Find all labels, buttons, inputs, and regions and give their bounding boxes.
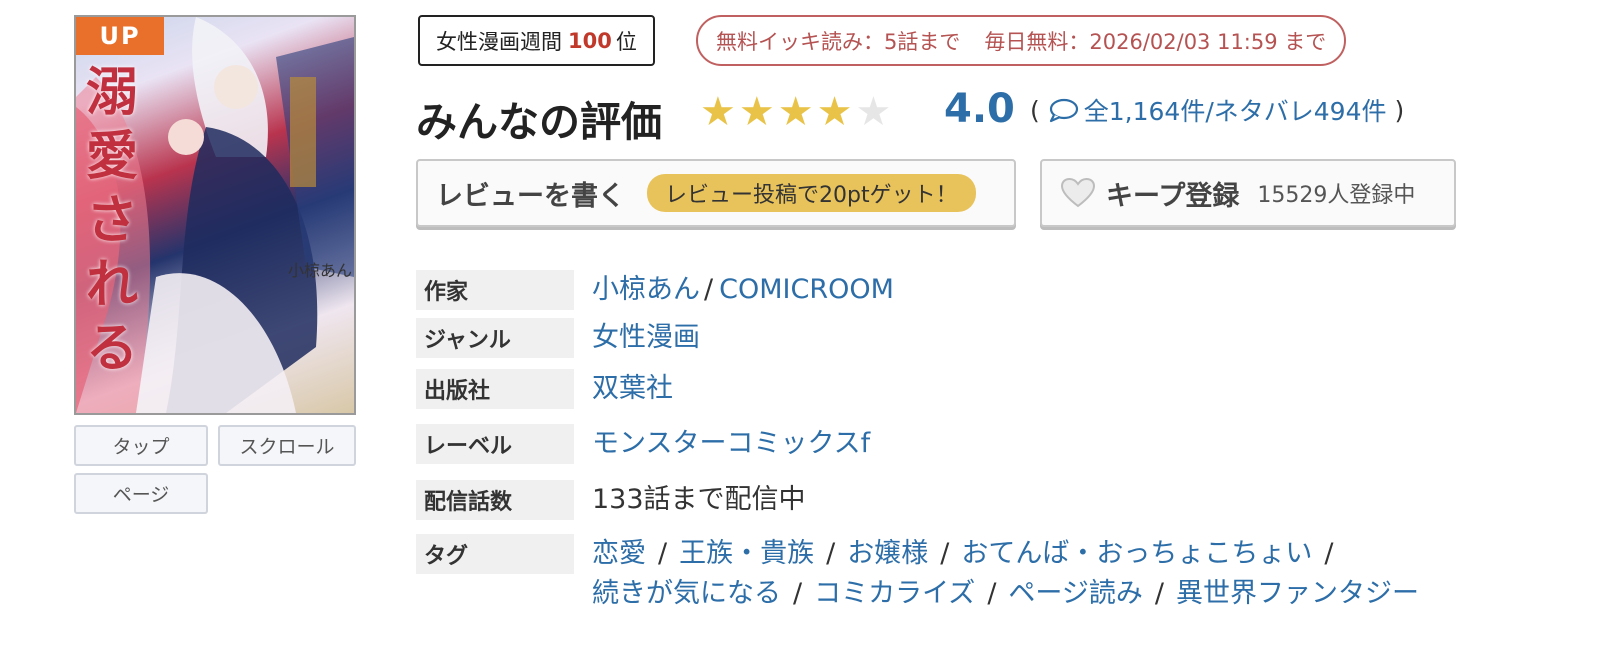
write-review-button[interactable]: レビューを書く レビュー投稿で20ptゲット！	[416, 159, 1016, 227]
review-bonus-pill: レビュー投稿で20ptゲット！	[647, 174, 976, 212]
tag-link[interactable]: 続きが気になる	[592, 578, 781, 609]
star-empty-icon: ★	[855, 89, 892, 135]
detail-label: レーベル	[416, 424, 574, 464]
detail-row-imprint: レーベル モンスターコミックスf	[416, 424, 870, 464]
detail-label: 配信話数	[416, 480, 574, 520]
free-ikki-text: 無料イッキ読み：5話まで	[716, 29, 961, 54]
heart-icon	[1060, 177, 1096, 208]
tag-link[interactable]: お嬢様	[847, 538, 928, 569]
star-filled-icon: ★	[777, 89, 814, 135]
cover-image[interactable]: UP 溺愛される 小椋あん	[74, 15, 356, 415]
speech-bubble-icon	[1049, 98, 1078, 123]
tag-link[interactable]: コミカライズ	[814, 578, 975, 609]
view-mode-page-button[interactable]: ページ	[74, 473, 208, 514]
rating-score: 4.0	[944, 86, 1015, 132]
rating-title: みんなの評価	[416, 98, 662, 146]
publisher-link[interactable]: 双葉社	[592, 369, 673, 409]
view-mode-tap-button[interactable]: タップ	[74, 425, 208, 466]
detail-label: 作家	[416, 270, 574, 310]
keep-register-count: 15529人登録中	[1257, 183, 1416, 208]
open-paren: (	[1030, 95, 1040, 125]
ranking-suffix: 位	[615, 29, 637, 54]
imprint-link[interactable]: モンスターコミックスf	[592, 424, 870, 464]
star-filled-icon: ★	[816, 89, 853, 135]
star-filled-icon: ★	[700, 89, 736, 135]
rating-stars: ★ ★ ★ ★ ★	[700, 90, 891, 134]
detail-row-genre: ジャンル 女性漫画	[416, 318, 700, 358]
keep-register-button[interactable]: キープ登録 15529人登録中	[1040, 159, 1456, 227]
cover-author-text: 小椋あん	[288, 261, 353, 280]
keep-register-label: キープ登録	[1106, 180, 1240, 212]
genre-link[interactable]: 女性漫画	[592, 318, 700, 358]
cover-title-art: 溺愛される	[86, 62, 139, 379]
star-filled-icon: ★	[738, 89, 775, 135]
detail-row-tags: タグ 恋愛 / 王族・貴族 / お嬢様 / おてんば・おっちょこちょい / 続きが気になる / コ…	[416, 534, 1419, 614]
close-paren: )	[1394, 95, 1405, 125]
detail-label: ジャンル	[416, 318, 574, 358]
tag-link[interactable]: 恋愛	[592, 538, 646, 569]
ranking-number: 100	[568, 28, 612, 53]
detail-label: 出版社	[416, 369, 574, 409]
review-count-link[interactable]: ( 全1,164件/ネタバレ494件 )	[1022, 92, 1412, 128]
up-badge: UP	[76, 17, 164, 55]
view-mode-scroll-button[interactable]: スクロール	[218, 425, 356, 466]
author-link[interactable]: 小椋あん	[592, 274, 700, 305]
tag-link[interactable]: 王族・貴族	[679, 538, 814, 569]
detail-row-publisher: 出版社 双葉社	[416, 369, 673, 409]
write-review-label: レビューを書く	[436, 180, 625, 212]
detail-row-author: 作家 小椋あん / COMICROOM	[416, 270, 894, 310]
tag-link[interactable]: 異世界ファンタジー	[1176, 578, 1419, 609]
ranking-badge[interactable]: 女性漫画週間 100 位	[418, 15, 655, 66]
tag-link[interactable]: おてんば・おっちょこちょい	[961, 538, 1312, 569]
ranking-prefix: 女性漫画週間	[436, 29, 562, 54]
tag-link[interactable]: ページ読み	[1008, 578, 1142, 609]
author-link[interactable]: COMICROOM	[719, 274, 894, 305]
episode-count-text: 133話まで配信中	[592, 484, 806, 515]
free-read-badge: 無料イッキ読み：5話まで 毎日無料：2026/02/03 11:59 まで	[696, 15, 1347, 66]
review-count-text: 全1,164件/ネタバレ494件	[1083, 97, 1387, 126]
free-daily-text: 毎日無料：2026/02/03 11:59 まで	[984, 29, 1327, 54]
detail-label: タグ	[416, 534, 574, 574]
detail-row-episodes: 配信話数 133話まで配信中	[416, 480, 806, 520]
